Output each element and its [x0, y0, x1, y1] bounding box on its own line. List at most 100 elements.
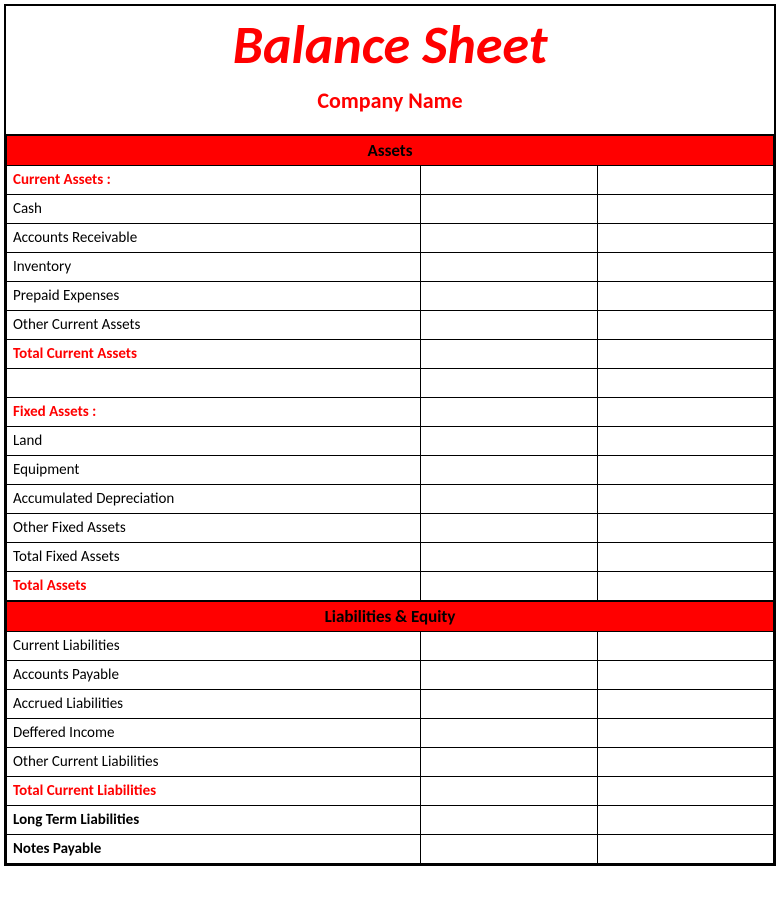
row-value-2 — [597, 311, 773, 340]
table-row: Accrued Liabilities — [7, 690, 774, 719]
table-row: Inventory — [7, 253, 774, 282]
row-value-2 — [597, 282, 773, 311]
row-label: Other Current Liabilities — [7, 748, 421, 777]
row-label: Current Liabilities — [7, 632, 421, 661]
row-value-1 — [421, 340, 597, 369]
row-value-2 — [597, 835, 773, 864]
table-row: Accounts Payable — [7, 661, 774, 690]
row-value-1 — [421, 835, 597, 864]
row-label: Accounts Receivable — [7, 224, 421, 253]
row-value-1 — [421, 777, 597, 806]
balance-table: AssetsCurrent Assets :CashAccounts Recei… — [6, 134, 774, 864]
row-value-2 — [597, 514, 773, 543]
row-value-2 — [597, 398, 773, 427]
row-value-1 — [421, 427, 597, 456]
table-row: Land — [7, 427, 774, 456]
table-row: Equipment — [7, 456, 774, 485]
row-value-2 — [597, 719, 773, 748]
table-row: Prepaid Expenses — [7, 282, 774, 311]
liabilities-section-header: Liabilities & Equity — [7, 601, 774, 632]
row-value-2 — [597, 369, 773, 398]
row-label: Total Current Assets — [7, 340, 421, 369]
row-value-1 — [421, 253, 597, 282]
row-value-1 — [421, 311, 597, 340]
row-value-1 — [421, 282, 597, 311]
balance-sheet: Balance Sheet Company Name AssetsCurrent… — [4, 4, 776, 866]
row-label: Inventory — [7, 253, 421, 282]
row-value-2 — [597, 543, 773, 572]
row-value-2 — [597, 690, 773, 719]
row-label: Other Fixed Assets — [7, 514, 421, 543]
row-value-1 — [421, 661, 597, 690]
table-row: Total Assets — [7, 572, 774, 602]
row-value-1 — [421, 719, 597, 748]
row-value-1 — [421, 456, 597, 485]
row-value-1 — [421, 632, 597, 661]
assets-section-header: Assets — [7, 135, 774, 166]
row-value-2 — [597, 777, 773, 806]
page-title: Balance Sheet — [6, 16, 774, 75]
row-label: Prepaid Expenses — [7, 282, 421, 311]
row-value-1 — [421, 485, 597, 514]
row-label: Other Current Assets — [7, 311, 421, 340]
row-label: Accumulated Depreciation — [7, 485, 421, 514]
row-label: Deffered Income — [7, 719, 421, 748]
row-label: Total Assets — [7, 572, 421, 602]
row-value-1 — [421, 572, 597, 602]
assets-section-header-label: Assets — [7, 135, 774, 166]
row-label: Accounts Payable — [7, 661, 421, 690]
table-row: Fixed Assets : — [7, 398, 774, 427]
row-value-1 — [421, 224, 597, 253]
row-value-2 — [597, 224, 773, 253]
row-value-2 — [597, 806, 773, 835]
liabilities-section-header-label: Liabilities & Equity — [7, 601, 774, 632]
row-label: Land — [7, 427, 421, 456]
row-value-2 — [597, 427, 773, 456]
row-value-2 — [597, 456, 773, 485]
row-label: Accrued Liabilities — [7, 690, 421, 719]
row-label: Notes Payable — [7, 835, 421, 864]
table-row: Cash — [7, 195, 774, 224]
table-row: Long Term Liabilities — [7, 806, 774, 835]
row-value-1 — [421, 514, 597, 543]
table-row — [7, 369, 774, 398]
row-value-1 — [421, 748, 597, 777]
row-value-1 — [421, 543, 597, 572]
table-row: Total Fixed Assets — [7, 543, 774, 572]
row-value-2 — [597, 166, 773, 195]
row-label: Long Term Liabilities — [7, 806, 421, 835]
row-label: Current Assets : — [7, 166, 421, 195]
row-value-1 — [421, 690, 597, 719]
row-value-1 — [421, 398, 597, 427]
table-row: Other Fixed Assets — [7, 514, 774, 543]
row-value-2 — [597, 661, 773, 690]
row-label: Cash — [7, 195, 421, 224]
row-value-2 — [597, 632, 773, 661]
table-row: Current Liabilities — [7, 632, 774, 661]
row-value-1 — [421, 166, 597, 195]
row-label: Fixed Assets : — [7, 398, 421, 427]
table-row: Current Assets : — [7, 166, 774, 195]
row-value-2 — [597, 748, 773, 777]
table-row: Other Current Liabilities — [7, 748, 774, 777]
row-label: Total Current Liabilities — [7, 777, 421, 806]
row-value-1 — [421, 369, 597, 398]
row-value-2 — [597, 485, 773, 514]
table-row: Accumulated Depreciation — [7, 485, 774, 514]
table-row: Other Current Assets — [7, 311, 774, 340]
row-label: Equipment — [7, 456, 421, 485]
row-value-2 — [597, 253, 773, 282]
header: Balance Sheet Company Name — [6, 6, 774, 134]
table-row: Accounts Receivable — [7, 224, 774, 253]
table-row: Total Current Assets — [7, 340, 774, 369]
row-label: Total Fixed Assets — [7, 543, 421, 572]
row-value-1 — [421, 195, 597, 224]
row-value-2 — [597, 572, 773, 602]
company-name: Company Name — [6, 87, 774, 114]
row-value-2 — [597, 195, 773, 224]
table-row: Deffered Income — [7, 719, 774, 748]
row-value-2 — [597, 340, 773, 369]
table-row: Total Current Liabilities — [7, 777, 774, 806]
row-label — [7, 369, 421, 398]
table-row: Notes Payable — [7, 835, 774, 864]
